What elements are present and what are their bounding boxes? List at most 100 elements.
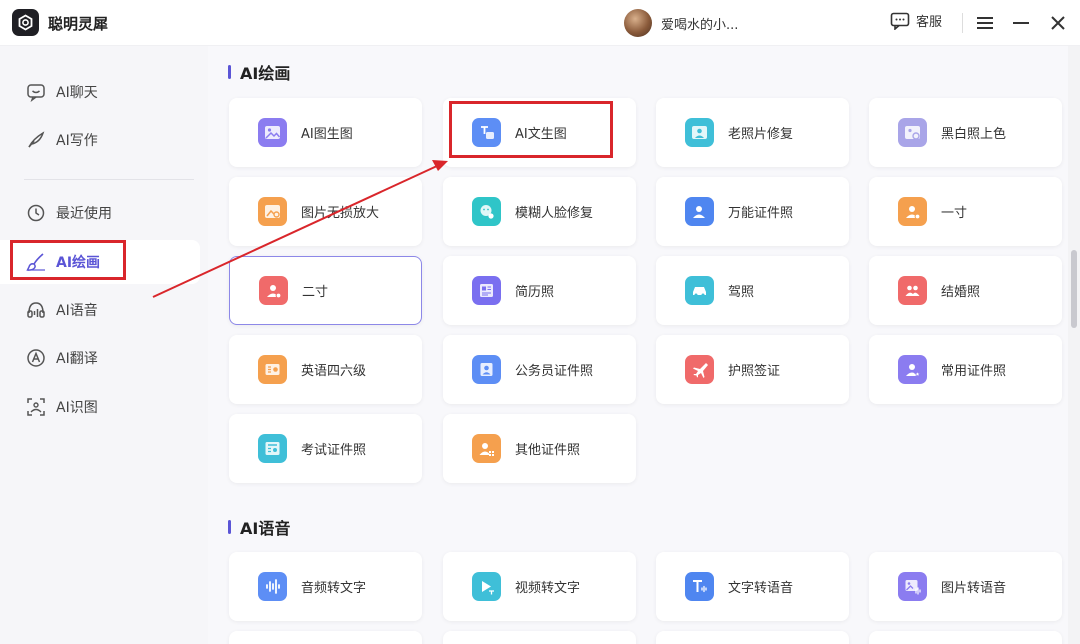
highlight-box-card <box>449 101 613 158</box>
card-video-to-text[interactable]: 视频转文字 <box>443 552 636 621</box>
history-icon <box>27 204 45 222</box>
scan-image-icon <box>27 398 45 416</box>
section-title-text: AI语音 <box>240 519 291 538</box>
text-speech-icon <box>685 572 714 601</box>
card-text-to-speech[interactable]: 文字转语音 <box>656 552 849 621</box>
exam-icon <box>258 434 287 463</box>
card-label: 万能证件照 <box>728 206 794 221</box>
sidebar-item-label: AI识图 <box>56 400 98 416</box>
sidebar-item-ai-writing[interactable]: AI写作 <box>0 118 200 162</box>
app-title: 聪明灵犀 <box>48 15 109 33</box>
airplane-icon <box>685 355 714 384</box>
card-label: 模糊人脸修复 <box>515 206 594 221</box>
card-label: 公务员证件照 <box>515 364 594 379</box>
card-civil-servant-photo[interactable]: 公务员证件照 <box>443 335 636 404</box>
two-inch-photo-icon <box>259 276 288 305</box>
video-play-icon <box>472 572 501 601</box>
divider <box>962 13 963 33</box>
card-partial <box>229 631 422 644</box>
card-other-id-photo[interactable]: 其他证件照 <box>443 414 636 483</box>
minimize-icon[interactable] <box>1008 9 1034 37</box>
card-universal-id-photo[interactable]: 万能证件照 <box>656 177 849 246</box>
grid-id-icon <box>472 434 501 463</box>
star-id-icon <box>898 355 927 384</box>
image-speech-icon <box>898 572 927 601</box>
username[interactable]: 爱喝水的小... <box>661 14 738 33</box>
card-resume-photo[interactable]: 简历照 <box>443 256 636 325</box>
sidebar-divider <box>24 179 194 180</box>
card-old-photo-restore[interactable]: 老照片修复 <box>656 98 849 167</box>
hamburger-menu-icon[interactable] <box>972 9 998 37</box>
couple-icon <box>898 276 927 305</box>
sidebar-item-ai-chat[interactable]: AI聊天 <box>0 70 200 114</box>
scrollbar-thumb[interactable] <box>1071 250 1077 328</box>
sidebar-item-label: AI翻译 <box>56 351 98 367</box>
card-two-inch[interactable]: 二寸 <box>229 256 422 325</box>
card-wedding-photo[interactable]: 结婚照 <box>869 256 1062 325</box>
main-content: AI绘画 AI图生图 AI文生图 老照片修复 黑白照上色 图片无损放大 模糊人脸… <box>208 46 1068 644</box>
card-driver-license[interactable]: 驾照 <box>656 256 849 325</box>
sidebar-item-label: 最近使用 <box>56 206 112 222</box>
card-cet-exam[interactable]: 英语四六级 <box>229 335 422 404</box>
card-label: 音频转文字 <box>301 581 367 596</box>
cet-icon <box>258 355 287 384</box>
chat-icon <box>27 84 45 102</box>
card-label: 结婚照 <box>941 285 981 300</box>
section-title-bar <box>228 520 231 534</box>
card-exam-id-photo[interactable]: 考试证件照 <box>229 414 422 483</box>
section-title-bar <box>228 65 231 79</box>
id-photo-icon <box>685 197 714 226</box>
civil-servant-icon <box>472 355 501 384</box>
card-lossless-upscale[interactable]: 图片无损放大 <box>229 177 422 246</box>
resume-icon <box>472 276 501 305</box>
card-label: 护照签证 <box>728 364 781 379</box>
card-label: 驾照 <box>728 285 755 300</box>
customer-service-button[interactable]: 客服 <box>890 11 942 30</box>
sidebar-item-ai-recognize[interactable]: AI识图 <box>0 385 200 429</box>
card-label: 黑白照上色 <box>941 127 1007 142</box>
sidebar-item-ai-translate[interactable]: AI翻译 <box>0 336 200 380</box>
card-label: 图片无损放大 <box>301 206 380 221</box>
card-passport-visa[interactable]: 护照签证 <box>656 335 849 404</box>
card-label: 常用证件照 <box>941 364 1007 379</box>
quill-icon <box>28 131 45 148</box>
vertical-scrollbar[interactable] <box>1068 46 1080 644</box>
colorize-icon <box>898 118 927 147</box>
card-label: 简历照 <box>515 285 555 300</box>
sidebar-item-recent[interactable]: 最近使用 <box>0 191 200 235</box>
card-partial <box>443 631 636 644</box>
sidebar: AI聊天 AI写作 最近使用 AI绘画 AI语音 AI翻译 AI识图 <box>0 46 208 644</box>
image-to-image-icon <box>258 118 287 147</box>
sidebar-item-label: AI语音 <box>56 303 98 319</box>
one-inch-photo-icon <box>898 197 927 226</box>
card-label: 二寸 <box>302 285 329 300</box>
user-avatar[interactable] <box>624 9 652 37</box>
card-label: 考试证件照 <box>301 443 367 458</box>
section-title-ai-voice: AI语音 <box>228 515 290 539</box>
card-common-id-photo[interactable]: 常用证件照 <box>869 335 1062 404</box>
sidebar-item-label: AI聊天 <box>56 85 98 101</box>
card-partial <box>656 631 849 644</box>
car-icon <box>685 276 714 305</box>
face-restore-icon <box>472 197 501 226</box>
card-label: 一寸 <box>941 206 968 221</box>
card-audio-to-text[interactable]: 音频转文字 <box>229 552 422 621</box>
card-image-to-speech[interactable]: 图片转语音 <box>869 552 1062 621</box>
sidebar-item-label: AI写作 <box>56 133 98 149</box>
sidebar-item-ai-voice[interactable]: AI语音 <box>0 288 200 332</box>
card-label: 其他证件照 <box>515 443 581 458</box>
card-label: 英语四六级 <box>301 364 367 379</box>
card-one-inch[interactable]: 一寸 <box>869 177 1062 246</box>
card-partial <box>869 631 1062 644</box>
audio-wave-icon <box>258 572 287 601</box>
card-ai-image-to-image[interactable]: AI图生图 <box>229 98 422 167</box>
chat-bubble-icon <box>890 12 910 30</box>
close-icon[interactable] <box>1045 9 1071 37</box>
section-title-ai-painting: AI绘画 <box>228 60 290 84</box>
card-colorize-bw[interactable]: 黑白照上色 <box>869 98 1062 167</box>
photo-restore-icon <box>685 118 714 147</box>
card-blurry-face-restore[interactable]: 模糊人脸修复 <box>443 177 636 246</box>
card-label: 图片转语音 <box>941 581 1007 596</box>
card-label: 老照片修复 <box>728 127 794 142</box>
title-bar: 聪明灵犀 爱喝水的小... 客服 <box>0 0 1080 46</box>
